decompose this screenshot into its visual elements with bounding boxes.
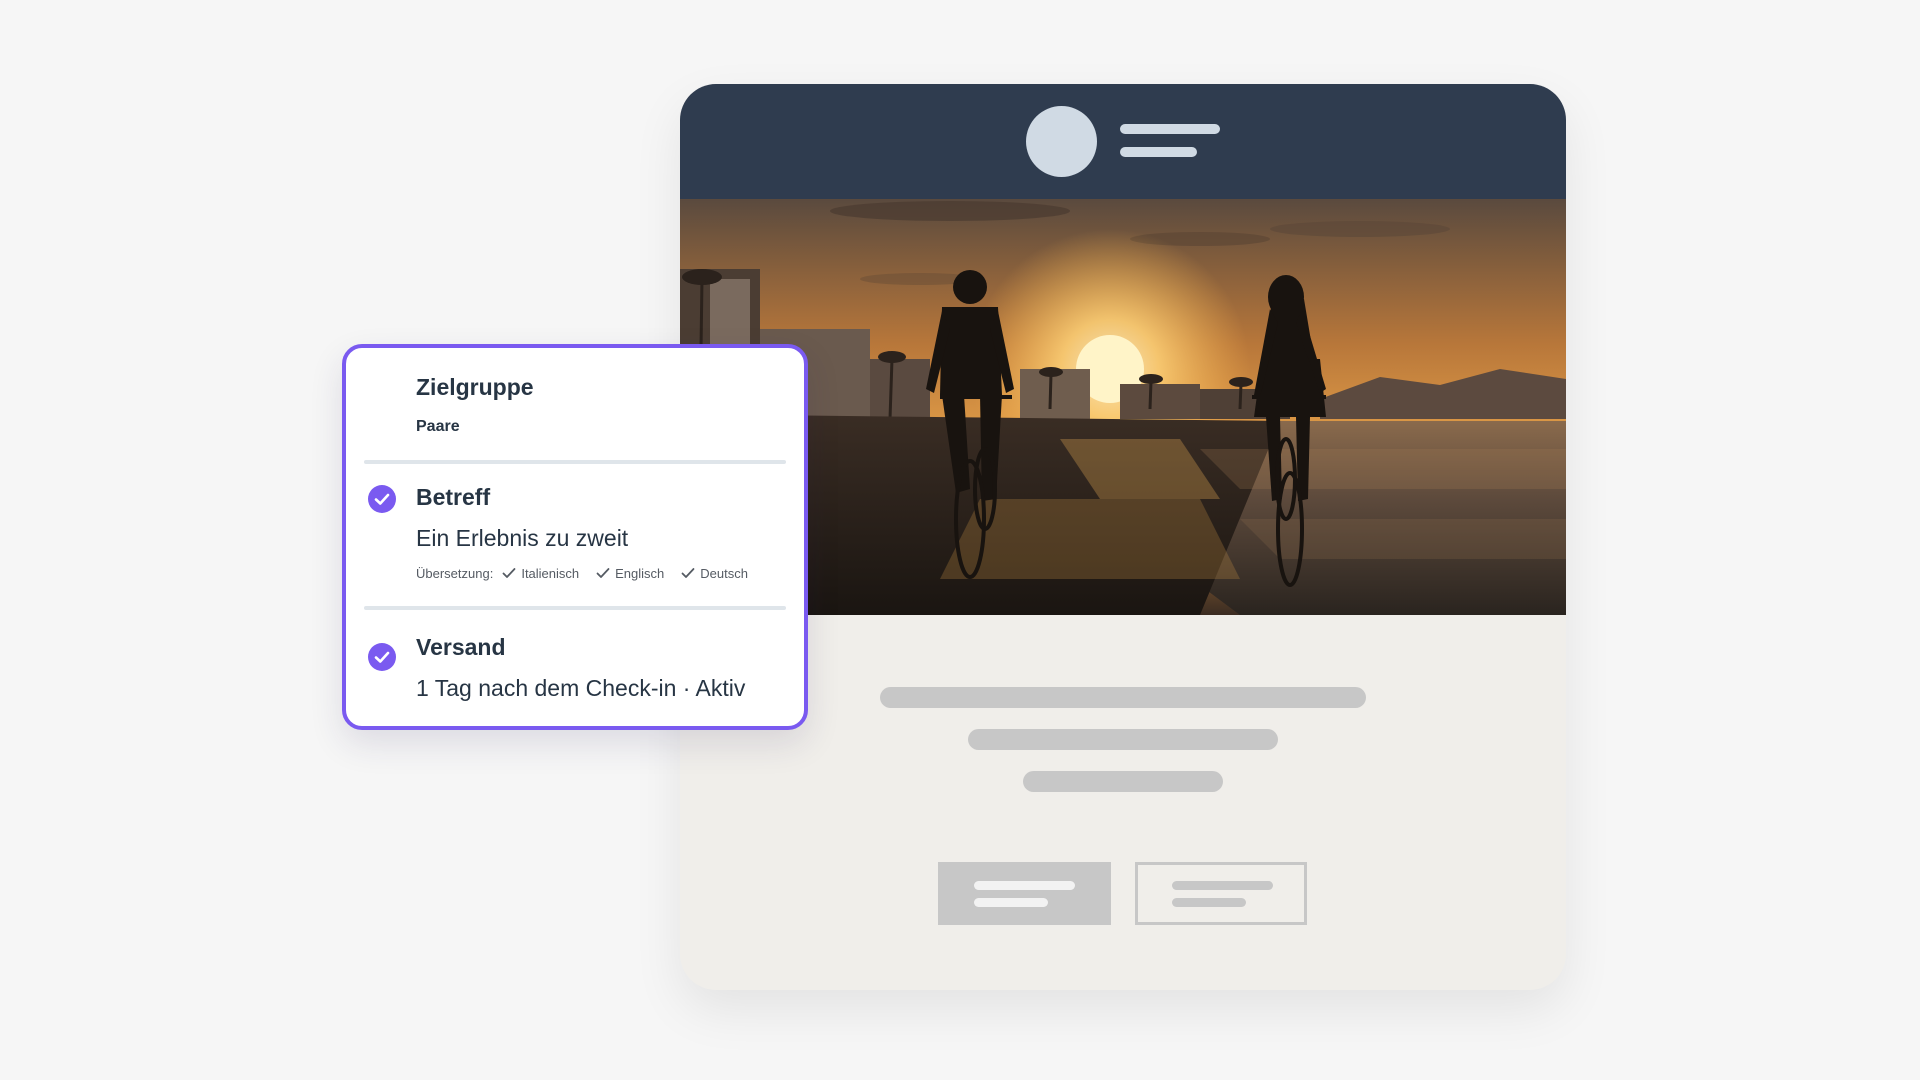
section-divider [364, 606, 786, 610]
language-english: Englisch [596, 566, 664, 581]
subject-value: Ein Erlebnis zu zweit [416, 525, 629, 551]
subject-title: Betreff [416, 484, 491, 510]
checkmark-icon [596, 568, 610, 578]
hero-image [680, 199, 1566, 615]
section-divider [364, 460, 786, 464]
campaign-settings-panel: Zielgruppe Paare Betreff Ein Erlebnis zu… [342, 344, 808, 730]
email-header [680, 84, 1566, 199]
header-text-placeholder [1120, 147, 1197, 157]
language-german: Deutsch [681, 566, 748, 581]
checkmark-icon [502, 568, 516, 578]
logo-placeholder-icon [1026, 106, 1097, 177]
language-label: Englisch [615, 565, 665, 581]
check-circle-icon [368, 643, 396, 671]
body-text-placeholder [880, 687, 1366, 708]
audience-value: Paare [416, 418, 460, 435]
audience-title: Zielgruppe [416, 374, 534, 400]
body-text-placeholder [968, 729, 1278, 750]
button-text-placeholder [974, 898, 1048, 907]
delivery-value: 1 Tag nach dem Check-in · Aktiv [416, 675, 746, 701]
button-text-placeholder [974, 881, 1075, 890]
checkmark-icon [681, 568, 695, 578]
button-text-placeholder [1172, 898, 1246, 907]
translation-label: Übersetzung: [416, 565, 494, 581]
email-preview-card [680, 84, 1566, 990]
audience-section[interactable]: Zielgruppe Paare [346, 348, 804, 460]
language-label: Deutsch [700, 565, 748, 581]
language-italian: Italienisch [502, 566, 579, 581]
primary-cta-button[interactable] [938, 862, 1111, 925]
secondary-cta-button[interactable] [1135, 862, 1307, 925]
body-text-placeholder [1023, 771, 1223, 792]
translation-status: Übersetzung: Italienisch Englisch Deutsc… [416, 564, 748, 582]
button-text-placeholder [1172, 881, 1273, 890]
delivery-title: Versand [416, 634, 506, 660]
header-text-placeholder [1120, 124, 1220, 134]
language-label: Italienisch [521, 565, 580, 581]
sunset-beach-photo [680, 199, 1566, 615]
check-circle-icon [368, 485, 396, 513]
